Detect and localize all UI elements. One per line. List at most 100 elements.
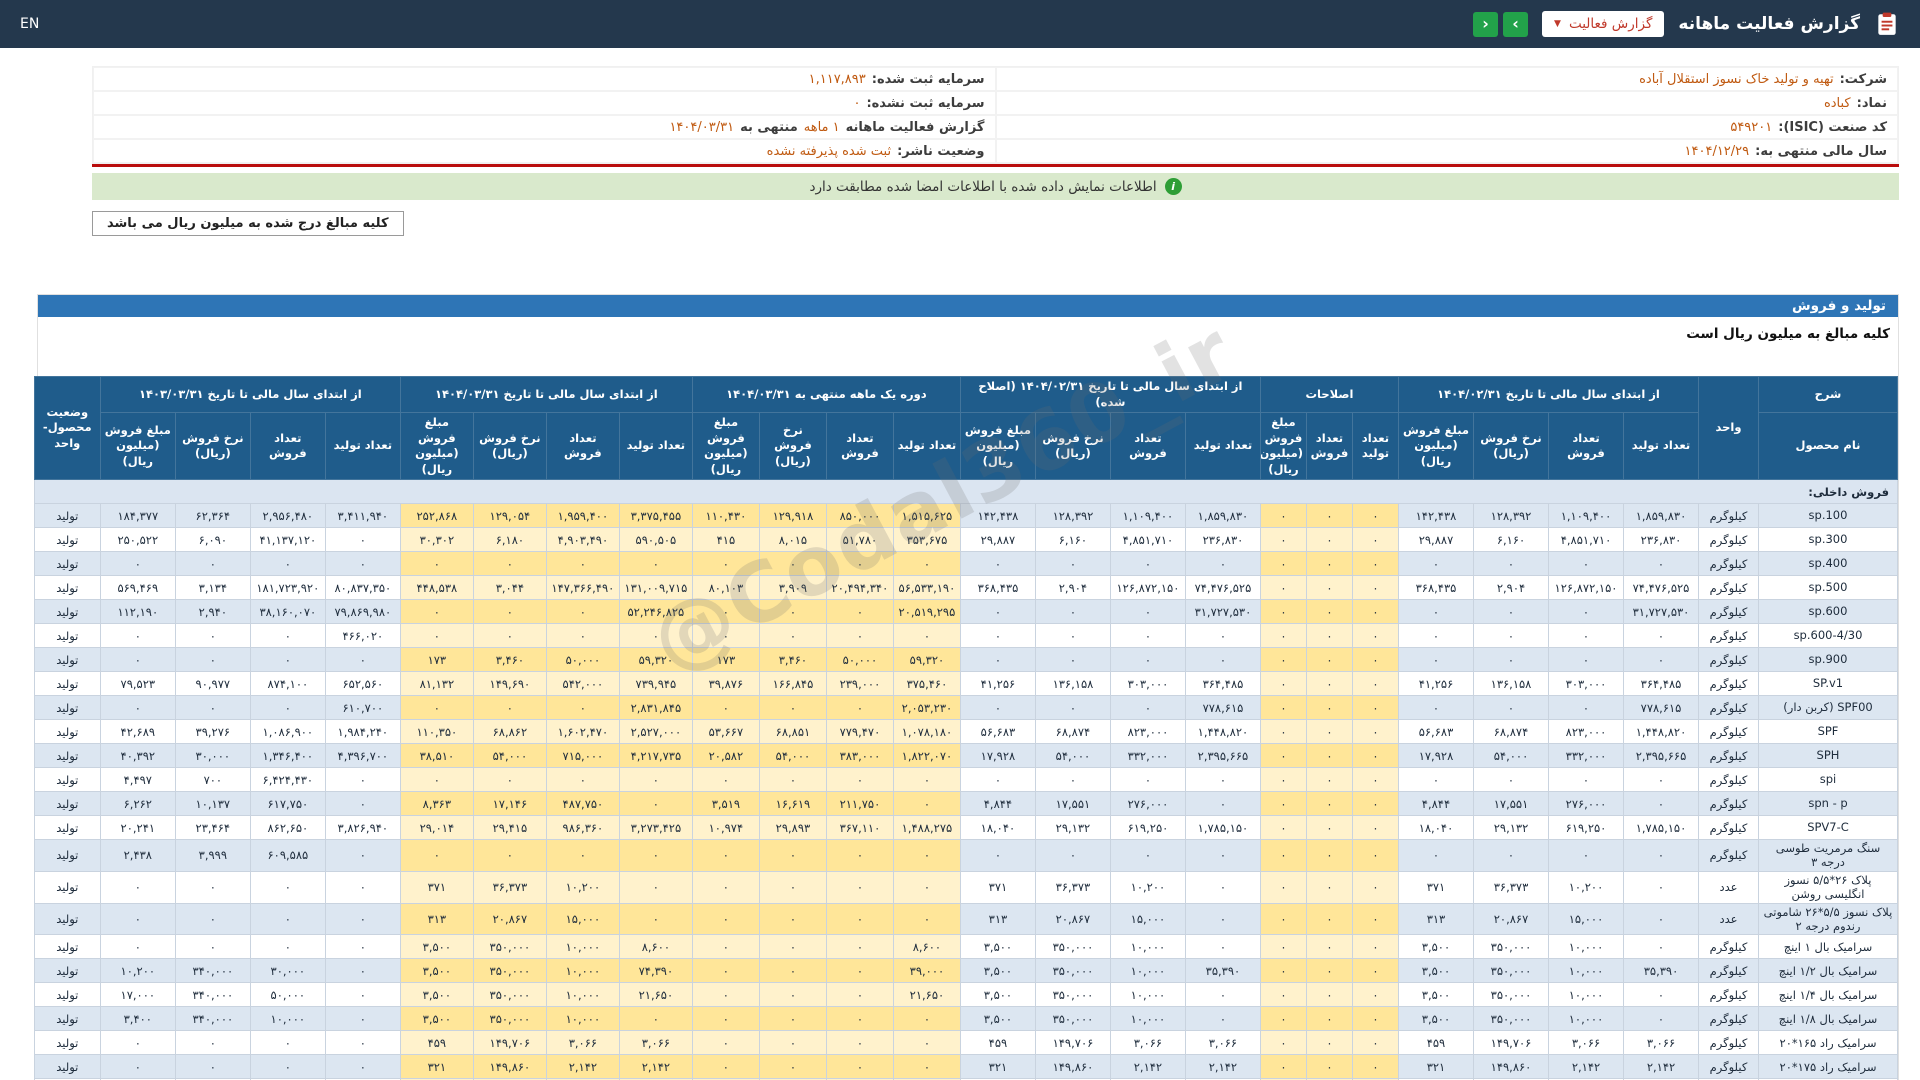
unit-cell: کیلوگرم xyxy=(1698,982,1759,1008)
value-cell: ۱۵,۰۰۰ xyxy=(1109,902,1186,936)
unit-cell: کیلوگرم xyxy=(1698,599,1759,625)
value-cell: ۰ xyxy=(892,839,961,872)
value-cell: ۷۹,۵۲۳ xyxy=(99,671,176,697)
value-cell: ۳,۰۶۶ xyxy=(1548,1030,1624,1056)
value-cell: ۰ xyxy=(691,839,760,872)
value-cell: ۰ xyxy=(691,958,760,984)
status-cell: تولید xyxy=(33,1030,101,1056)
value-cell: ۰ xyxy=(545,695,620,721)
sub-header: نرخ فروش (ریال) xyxy=(1473,412,1549,481)
value-cell: ۰ xyxy=(1351,982,1399,1008)
value-cell: ۴,۹۰۳,۴۹۰ xyxy=(545,527,620,553)
value-cell: ۰ xyxy=(618,902,693,936)
value-cell: ۱۶۶,۸۴۵ xyxy=(758,671,827,697)
value-cell: ۰ xyxy=(1259,767,1307,793)
status-cell: تولید xyxy=(33,527,101,553)
value-cell: ۶,۴۲۴,۴۳۰ xyxy=(249,767,326,793)
value-cell: ۰ xyxy=(758,1054,827,1080)
value-cell: ۰ xyxy=(1259,695,1307,721)
isic-value: ۵۴۹۲۰۱ xyxy=(1730,119,1773,135)
value-cell: ۰ xyxy=(691,695,760,721)
value-cell: ۳۵۰,۰۰۰ xyxy=(1473,982,1549,1008)
sub-header: نرخ فروش (ریال) xyxy=(758,412,827,481)
value-cell: ۳,۵۰۰ xyxy=(959,958,1036,984)
value-cell: ۰ xyxy=(618,791,693,817)
value-cell: ۳۵۰,۰۰۰ xyxy=(472,982,547,1008)
value-cell: ۱۸۱,۷۲۳,۹۲۰ xyxy=(249,575,326,601)
value-cell: ۰ xyxy=(1305,671,1353,697)
value-cell: ۱۷,۵۵۱ xyxy=(1473,791,1549,817)
value-cell: ۱,۱۰۹,۴۰۰ xyxy=(1109,503,1186,529)
value-cell: ۱۵,۰۰۰ xyxy=(1548,902,1624,936)
sub-header: مبلغ فروش (میلیون ریال) xyxy=(99,412,176,481)
product-row: سرامیک بال ۱/۸ اینچ کیلوگرم ۰ ۱۰,۰۰۰ ۳۵۰,۰۰۰… xyxy=(33,1006,1898,1032)
unit-cell: عدد xyxy=(1698,902,1759,936)
sub-header: تعداد فروش xyxy=(1305,412,1353,481)
value-cell: ۰ xyxy=(1351,599,1399,625)
value-cell: ۳۵۰,۰۰۰ xyxy=(1034,982,1111,1008)
next-report-button[interactable]: › xyxy=(1503,11,1529,37)
issuer-status-label: وضعیت ناشر: xyxy=(897,143,985,159)
product-name-cell: sp.900 xyxy=(1758,647,1898,673)
fiscal-year-field: سال مالی منتهی به: ۱۴۰۴/۱۲/۲۹ xyxy=(995,139,1898,163)
value-cell: ۰ xyxy=(1109,647,1186,673)
value-cell: ۰ xyxy=(1548,695,1624,721)
value-cell: ۰ xyxy=(1034,647,1111,673)
value-cell: ۳۵۰,۰۰۰ xyxy=(472,1006,547,1032)
value-cell: ۰ xyxy=(99,623,176,649)
value-cell: ۰ xyxy=(1305,719,1353,745)
value-cell: ۰ xyxy=(825,767,894,793)
value-cell: ۰ xyxy=(691,551,760,577)
value-cell: ۰ xyxy=(249,870,326,904)
value-cell: ۰ xyxy=(1109,599,1186,625)
value-cell: ۱,۷۸۵,۱۵۰ xyxy=(1623,815,1699,841)
signature-notice-text: اطلاعات نمایش داده شده با اطلاعات امضا ش… xyxy=(809,178,1157,195)
language-toggle[interactable]: EN xyxy=(20,16,39,32)
value-cell: ۳۶۸,۴۳۵ xyxy=(959,575,1036,601)
value-cell: ۰ xyxy=(1397,623,1475,649)
sub-header: مبلغ فروش (میلیون ریال) xyxy=(1259,412,1307,481)
unit-cell: کیلوگرم xyxy=(1698,1030,1759,1056)
value-cell: ۰ xyxy=(1351,870,1399,904)
value-cell: ۵۲,۲۴۶,۸۲۵ xyxy=(618,599,693,625)
status-cell: تولید xyxy=(33,767,101,793)
product-name-cell: پلاک ۲۶*۵/۵ نسوز انگلیسی روشن xyxy=(1758,870,1898,904)
value-cell: ۱,۸۵۹,۸۳۰ xyxy=(1184,503,1261,529)
value-cell: ۰ xyxy=(1184,551,1261,577)
value-cell: ۰ xyxy=(99,902,176,936)
value-cell: ۸۶۲,۶۵۰ xyxy=(249,815,326,841)
value-cell: ۰ xyxy=(99,1030,176,1056)
value-cell: ۰ xyxy=(825,870,894,904)
value-cell: ۲,۴۳۸ xyxy=(99,839,176,872)
value-cell: ۰ xyxy=(1184,623,1261,649)
product-row: سرامیک بال ۱/۲ اینچ کیلوگرم ۳۵,۳۹۰ ۱۰,۰۰۰ ۳۵… xyxy=(33,958,1898,984)
value-cell: ۰ xyxy=(1259,815,1307,841)
value-cell: ۳,۳۷۵,۴۵۵ xyxy=(618,503,693,529)
product-name-cell: sp.300 xyxy=(1758,527,1898,553)
fiscal-year-label: سال مالی منتهی به: xyxy=(1755,143,1887,159)
value-cell: ۲۹,۸۹۳ xyxy=(758,815,827,841)
status-cell: تولید xyxy=(33,870,101,904)
unit-cell: کیلوگرم xyxy=(1698,791,1759,817)
sub-header: مبلغ فروش (میلیون ریال) xyxy=(1397,412,1475,481)
value-cell: ۳۲۱ xyxy=(959,1054,1036,1080)
value-cell: ۵۰,۰۰۰ xyxy=(825,647,894,673)
unit-cell: کیلوگرم xyxy=(1698,647,1759,673)
previous-report-button[interactable]: ‹ xyxy=(1473,11,1499,37)
value-cell: ۰ xyxy=(959,839,1036,872)
unit-cell: کیلوگرم xyxy=(1698,839,1759,872)
unit-cell: کیلوگرم xyxy=(1698,1054,1759,1080)
value-cell: ۱۴۷,۳۶۶,۴۹۰ xyxy=(545,575,620,601)
section-title-bar: تولید و فروش xyxy=(38,295,1898,317)
value-cell: ۲۰,۵۸۲ xyxy=(691,743,760,769)
value-cell: ۵۶,۵۳۳,۱۹۰ xyxy=(892,575,961,601)
report-type-dropdown[interactable]: گزارش فعالیت ▼ xyxy=(1542,11,1665,37)
status-cell: تولید xyxy=(33,791,101,817)
value-cell: ۷۱۵,۰۰۰ xyxy=(545,743,620,769)
product-row: سرامیک راد ۱۶۵*۲۰ کیلوگرم ۳,۰۶۶ ۳,۰۶۶ ۱۴۹,۷۰… xyxy=(33,1030,1898,1056)
value-cell: ۶,۰۹۰ xyxy=(174,527,251,553)
value-cell: ۱۰,۰۰۰ xyxy=(1109,1006,1186,1032)
value-cell: ۰ xyxy=(1305,958,1353,984)
sub-header: نرخ فروش (ریال) xyxy=(472,412,547,481)
value-cell: ۰ xyxy=(618,839,693,872)
